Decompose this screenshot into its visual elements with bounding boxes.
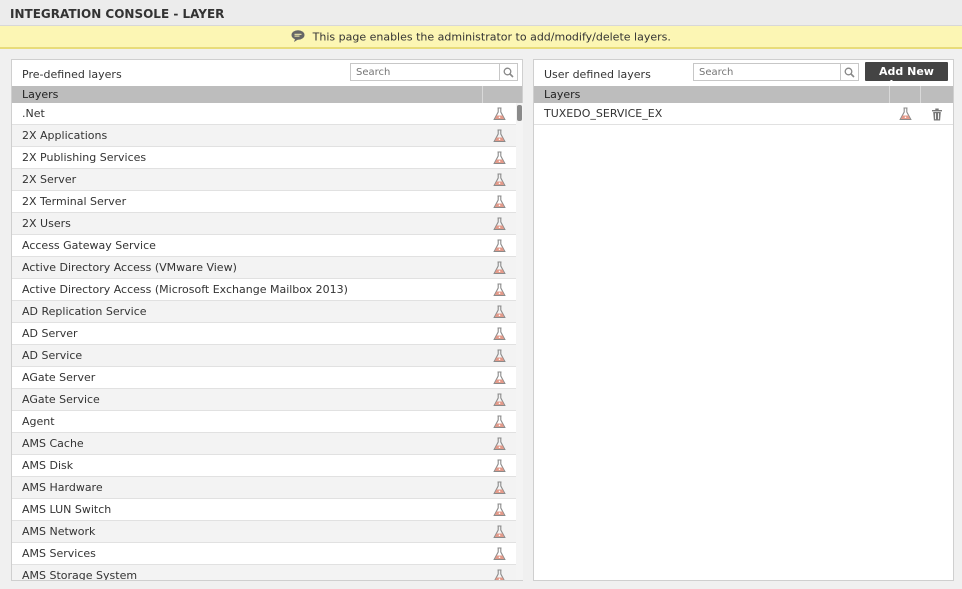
user-defined-layers-panel: User defined layers Add New Layer Layers… bbox=[533, 59, 954, 581]
predefined-layers-panel: Pre-defined layers Layers .Net 2X Applica… bbox=[11, 59, 523, 581]
flask-icon[interactable] bbox=[491, 370, 507, 386]
flask-icon[interactable] bbox=[491, 260, 507, 276]
layer-row[interactable]: AD Replication Service bbox=[12, 301, 516, 323]
layer-row[interactable]: 2X Server bbox=[12, 169, 516, 191]
layer-row[interactable]: .Net bbox=[12, 103, 516, 125]
flask-icon[interactable] bbox=[491, 568, 507, 580]
panel-header: User defined layers Add New Layer bbox=[534, 60, 953, 91]
layer-name: TUXEDO_SERVICE_EX bbox=[544, 107, 663, 120]
panel-title: User defined layers bbox=[544, 68, 651, 81]
layer-name: AGate Server bbox=[22, 371, 96, 384]
scrollbar[interactable] bbox=[516, 103, 523, 580]
layer-name: AMS Disk bbox=[22, 459, 74, 472]
layer-row[interactable]: AGate Service bbox=[12, 389, 516, 411]
flask-icon[interactable] bbox=[491, 524, 507, 540]
flask-icon[interactable] bbox=[491, 194, 507, 210]
search-box bbox=[693, 63, 859, 81]
layer-row[interactable]: AMS LUN Switch bbox=[12, 499, 516, 521]
layer-name: AGate Service bbox=[22, 393, 100, 406]
layer-name: Agent bbox=[22, 415, 55, 428]
layer-row[interactable]: TUXEDO_SERVICE_EX bbox=[534, 103, 953, 125]
layer-name: Access Gateway Service bbox=[22, 239, 156, 252]
predefined-layer-list: .Net 2X Applications 2X Publishing Service… bbox=[12, 103, 516, 580]
flask-icon[interactable] bbox=[491, 326, 507, 342]
flask-icon[interactable] bbox=[491, 238, 507, 254]
panel-title: Pre-defined layers bbox=[22, 68, 122, 81]
layer-row[interactable]: AMS Network bbox=[12, 521, 516, 543]
scrollbar-thumb[interactable] bbox=[517, 105, 522, 121]
flask-icon[interactable] bbox=[491, 106, 507, 122]
trash-icon[interactable] bbox=[929, 106, 945, 122]
layer-name: 2X Server bbox=[22, 173, 77, 186]
layer-row[interactable]: 2X Terminal Server bbox=[12, 191, 516, 213]
search-input[interactable] bbox=[694, 64, 834, 80]
flask-icon[interactable] bbox=[491, 348, 507, 364]
search-icon[interactable] bbox=[499, 64, 517, 80]
column-divider bbox=[920, 86, 921, 103]
column-header-layers: Layers bbox=[544, 88, 581, 101]
layer-name: AMS Cache bbox=[22, 437, 84, 450]
flask-icon[interactable] bbox=[491, 216, 507, 232]
layer-row[interactable]: 2X Users bbox=[12, 213, 516, 235]
layer-row[interactable]: Agent bbox=[12, 411, 516, 433]
flask-icon[interactable] bbox=[491, 436, 507, 452]
speech-bubble-icon bbox=[291, 30, 305, 45]
panel-header: Pre-defined layers bbox=[12, 60, 522, 86]
column-header-layers: Layers bbox=[22, 88, 59, 101]
flask-icon[interactable] bbox=[491, 458, 507, 474]
layer-name: AMS Hardware bbox=[22, 481, 103, 494]
column-divider bbox=[482, 86, 483, 103]
layer-name: AMS Storage System bbox=[22, 569, 138, 580]
layer-name: AMS Network bbox=[22, 525, 96, 538]
grid-header: Layers bbox=[534, 86, 953, 103]
flask-icon[interactable] bbox=[491, 150, 507, 166]
layer-row[interactable]: 2X Applications bbox=[12, 125, 516, 147]
layer-name: AMS Services bbox=[22, 547, 96, 560]
grid-header: Layers bbox=[12, 86, 522, 103]
flask-icon[interactable] bbox=[491, 502, 507, 518]
layer-name: 2X Terminal Server bbox=[22, 195, 127, 208]
flask-icon[interactable] bbox=[491, 282, 507, 298]
layer-row[interactable]: 2X Publishing Services bbox=[12, 147, 516, 169]
layer-row[interactable]: Active Directory Access (Microsoft Excha… bbox=[12, 279, 516, 301]
column-divider bbox=[889, 86, 890, 103]
layer-name: Active Directory Access (Microsoft Excha… bbox=[22, 283, 348, 296]
layer-name: 2X Applications bbox=[22, 129, 108, 142]
layer-name: AD Service bbox=[22, 349, 83, 362]
search-input[interactable] bbox=[351, 64, 491, 80]
search-icon[interactable] bbox=[840, 64, 858, 80]
layer-name: AD Server bbox=[22, 327, 78, 340]
flask-icon[interactable] bbox=[897, 106, 913, 122]
page-title: INTEGRATION CONSOLE - LAYER bbox=[0, 0, 962, 26]
layer-row[interactable]: AMS Cache bbox=[12, 433, 516, 455]
flask-icon[interactable] bbox=[491, 172, 507, 188]
user-defined-layer-list: TUXEDO_SERVICE_EX bbox=[534, 103, 953, 125]
layer-row[interactable]: AMS Hardware bbox=[12, 477, 516, 499]
add-new-layer-button[interactable]: Add New Layer bbox=[865, 62, 948, 91]
layer-row[interactable]: AGate Server bbox=[12, 367, 516, 389]
layer-name: .Net bbox=[22, 107, 45, 120]
layer-row[interactable]: AD Server bbox=[12, 323, 516, 345]
layer-name: 2X Publishing Services bbox=[22, 151, 147, 164]
info-message: This page enables the administrator to a… bbox=[312, 30, 671, 44]
search-box bbox=[350, 63, 518, 81]
info-banner: This page enables the administrator to a… bbox=[0, 26, 962, 49]
layer-row[interactable]: AMS Services bbox=[12, 543, 516, 565]
flask-icon[interactable] bbox=[491, 546, 507, 562]
flask-icon[interactable] bbox=[491, 480, 507, 496]
layer-name: AMS LUN Switch bbox=[22, 503, 112, 516]
layer-row[interactable]: Active Directory Access (VMware View) bbox=[12, 257, 516, 279]
flask-icon[interactable] bbox=[491, 304, 507, 320]
layer-name: Active Directory Access (VMware View) bbox=[22, 261, 237, 274]
flask-icon[interactable] bbox=[491, 128, 507, 144]
layer-row[interactable]: AD Service bbox=[12, 345, 516, 367]
flask-icon[interactable] bbox=[491, 392, 507, 408]
layer-name: 2X Users bbox=[22, 217, 71, 230]
layer-row[interactable]: AMS Disk bbox=[12, 455, 516, 477]
flask-icon[interactable] bbox=[491, 414, 507, 430]
layer-name: AD Replication Service bbox=[22, 305, 147, 318]
layer-row[interactable]: Access Gateway Service bbox=[12, 235, 516, 257]
layer-row[interactable]: AMS Storage System bbox=[12, 565, 516, 580]
